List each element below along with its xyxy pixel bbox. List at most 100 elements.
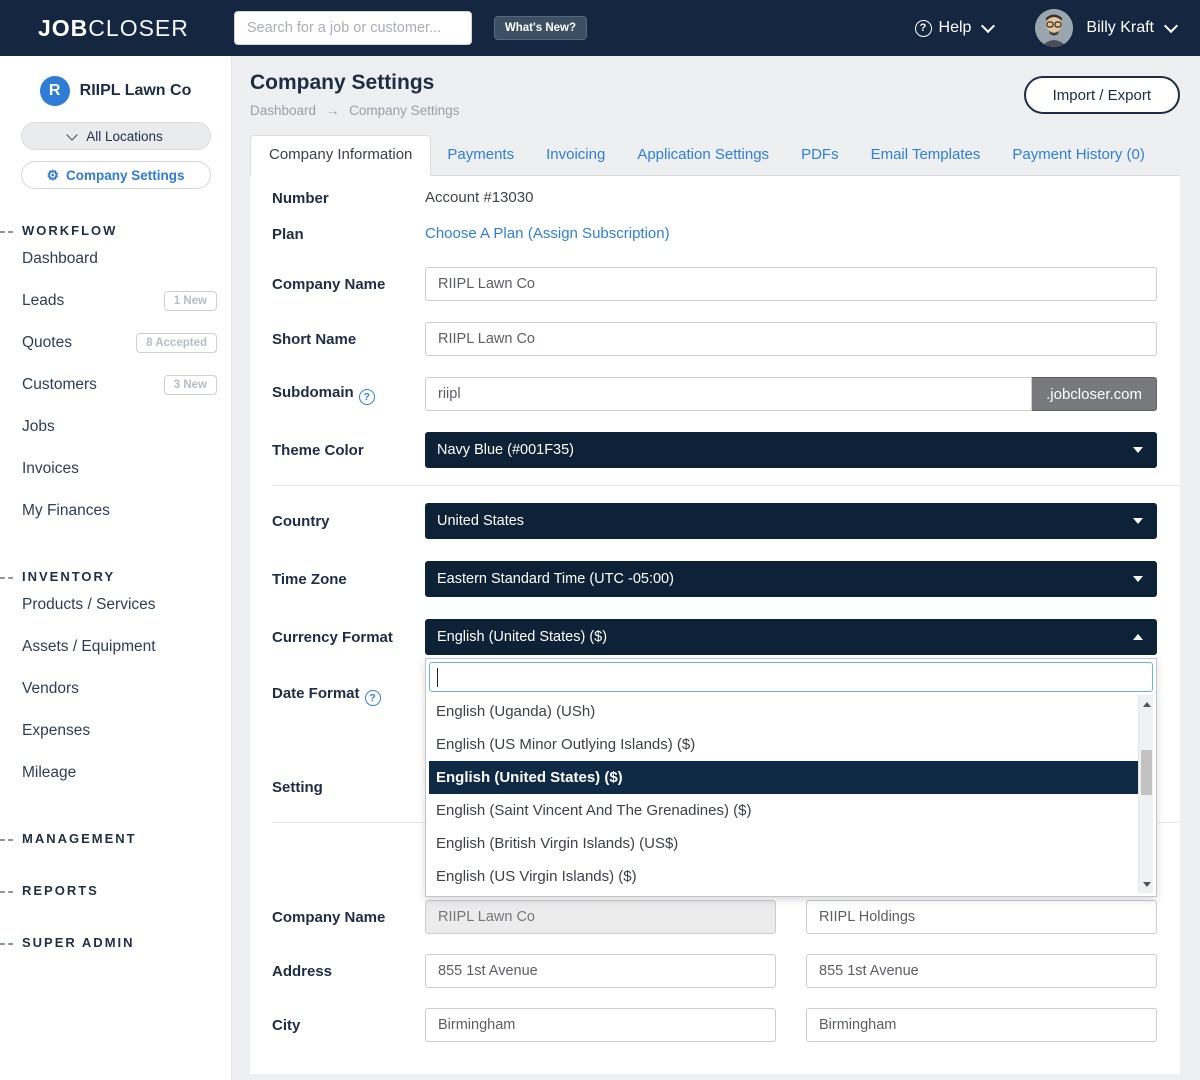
- address-label: Address: [272, 963, 425, 980]
- subdomain-label: Subdomain?: [272, 384, 425, 405]
- sidebar-item-leads[interactable]: Leads1 New: [0, 280, 231, 322]
- tab-invoicing[interactable]: Invoicing: [530, 136, 621, 175]
- city-label: City: [272, 1017, 425, 1034]
- company-name-input[interactable]: [425, 267, 1157, 301]
- chevron-down-icon[interactable]: [1164, 19, 1178, 33]
- sidebar: R RIIPL Lawn Co All Locations ⚙ Company …: [0, 56, 232, 1080]
- chevron-down-icon: [67, 129, 78, 140]
- sidebar-item-customers[interactable]: Customers3 New: [0, 364, 231, 406]
- number-label: Number: [272, 190, 425, 207]
- currency-format-select[interactable]: English (United States) ($): [425, 619, 1157, 655]
- sidebar-item-expenses[interactable]: Expenses: [0, 710, 231, 752]
- sidebar-item-vendors[interactable]: Vendors: [0, 668, 231, 710]
- caret-down-icon: [1133, 518, 1143, 524]
- assign-subscription-link[interactable]: (Assign Subscription): [528, 225, 670, 242]
- user-name[interactable]: Billy Kraft: [1086, 19, 1154, 37]
- subdomain-help-icon[interactable]: ?: [359, 389, 375, 405]
- company-logo: R: [40, 76, 70, 106]
- subdomain-input[interactable]: [425, 377, 1032, 411]
- section-dash-icon: [0, 231, 13, 233]
- setting-label: Setting: [272, 779, 425, 796]
- sidebar-item-invoices[interactable]: Invoices: [0, 448, 231, 490]
- import-export-button[interactable]: Import / Export: [1024, 76, 1180, 114]
- tab-email-templates[interactable]: Email Templates: [855, 136, 997, 175]
- currency-options-list: English (Uganda) (USh) English (US Minor…: [429, 695, 1153, 893]
- tab-payments[interactable]: Payments: [431, 136, 530, 175]
- sidebar-item-quotes[interactable]: Quotes8 Accepted: [0, 322, 231, 364]
- currency-option[interactable]: English (British Virgin Islands) (US$): [429, 827, 1138, 860]
- all-locations-dropdown[interactable]: All Locations: [21, 122, 211, 150]
- city-right-input[interactable]: [806, 1008, 1157, 1042]
- customers-badge: 3 New: [164, 375, 217, 395]
- sidebar-item-dashboard[interactable]: Dashboard: [0, 238, 231, 280]
- company-information-panel: Number Account #13030 Plan Choose A Plan…: [250, 176, 1180, 1074]
- company-name-label: Company Name: [272, 276, 425, 293]
- breadcrumb-current: Company Settings: [349, 103, 459, 118]
- global-search-input[interactable]: [234, 11, 472, 45]
- help-icon: ?: [915, 20, 932, 37]
- topbar-right: ? Help Billy Kraft: [915, 9, 1176, 47]
- tab-pdfs[interactable]: PDFs: [785, 136, 855, 175]
- date-format-help-icon[interactable]: ?: [365, 690, 381, 706]
- city-left-input[interactable]: [425, 1008, 776, 1042]
- tab-company-information[interactable]: Company Information: [250, 135, 431, 176]
- breadcrumb-dashboard[interactable]: Dashboard: [250, 103, 316, 118]
- currency-option-selected[interactable]: English (United States) ($): [429, 761, 1153, 794]
- scroll-up-icon[interactable]: [1139, 697, 1153, 711]
- help-menu[interactable]: ? Help: [915, 19, 994, 37]
- section-reports[interactable]: REPORTS: [0, 883, 231, 898]
- currency-option[interactable]: English (Saint Vincent And The Grenadine…: [429, 794, 1138, 827]
- company-name-left-input: [425, 900, 776, 934]
- company-name-2-label: Company Name: [272, 909, 425, 926]
- whats-new-button[interactable]: What's New?: [494, 16, 587, 40]
- caret-up-icon: [1133, 634, 1143, 640]
- quotes-badge: 8 Accepted: [136, 333, 217, 353]
- time-zone-label: Time Zone: [272, 571, 425, 588]
- date-format-label: Date Format?: [272, 685, 425, 706]
- currency-option[interactable]: English (Uganda) (USh): [429, 695, 1138, 728]
- text-cursor: [437, 668, 438, 687]
- tab-payment-history[interactable]: Payment History (0): [996, 136, 1161, 175]
- currency-option[interactable]: English (US Virgin Islands) ($): [429, 860, 1138, 893]
- company-settings-button[interactable]: ⚙ Company Settings: [21, 161, 211, 189]
- gear-icon: ⚙: [46, 167, 59, 184]
- time-zone-select[interactable]: Eastern Standard Time (UTC -05:00): [425, 561, 1157, 597]
- user-avatar[interactable]: [1035, 9, 1073, 47]
- tab-application-settings[interactable]: Application Settings: [621, 136, 785, 175]
- country-select[interactable]: United States: [425, 503, 1157, 539]
- scrollbar-thumb[interactable]: [1141, 750, 1152, 795]
- app-logo: JOBCLOSER: [38, 15, 189, 42]
- sidebar-item-jobs[interactable]: Jobs: [0, 406, 231, 448]
- logo-bold: JOB: [38, 15, 88, 41]
- currency-option[interactable]: English (US Minor Outlying Islands) ($): [429, 728, 1138, 761]
- main-content: Company Settings Dashboard → Company Set…: [232, 56, 1200, 1080]
- dropdown-scrollbar[interactable]: [1138, 695, 1153, 893]
- sidebar-item-products-services[interactable]: Products / Services: [0, 584, 231, 626]
- section-management[interactable]: MANAGEMENT: [0, 831, 231, 846]
- chevron-down-icon: [981, 19, 995, 33]
- leads-badge: 1 New: [164, 291, 217, 311]
- section-super-admin[interactable]: SUPER ADMIN: [0, 935, 231, 950]
- address-left-input[interactable]: [425, 954, 776, 988]
- section-workflow: WORKFLOW: [0, 223, 231, 238]
- address-right-input[interactable]: [806, 954, 1157, 988]
- short-name-input[interactable]: [425, 322, 1157, 356]
- account-number-value: Account #13030: [425, 189, 533, 206]
- company-name-right-input[interactable]: [806, 900, 1157, 934]
- caret-down-icon: [1133, 447, 1143, 453]
- tab-bar: Company Information Payments Invoicing A…: [250, 135, 1180, 176]
- company-name: RIIPL Lawn Co: [80, 82, 192, 100]
- theme-color-label: Theme Color: [272, 442, 425, 459]
- section-inventory: INVENTORY: [0, 569, 231, 584]
- scroll-down-icon[interactable]: [1139, 877, 1153, 891]
- logo-light: CLOSER: [88, 15, 189, 41]
- caret-down-icon: [1133, 576, 1143, 582]
- plan-label: Plan: [272, 226, 425, 243]
- currency-search-input[interactable]: [429, 662, 1153, 692]
- country-label: Country: [272, 513, 425, 530]
- theme-color-select[interactable]: Navy Blue (#001F35): [425, 432, 1157, 468]
- choose-a-plan-link[interactable]: Choose A Plan: [425, 225, 523, 242]
- sidebar-item-assets-equipment[interactable]: Assets / Equipment: [0, 626, 231, 668]
- sidebar-item-mileage[interactable]: Mileage: [0, 752, 231, 794]
- sidebar-item-my-finances[interactable]: My Finances: [0, 490, 231, 532]
